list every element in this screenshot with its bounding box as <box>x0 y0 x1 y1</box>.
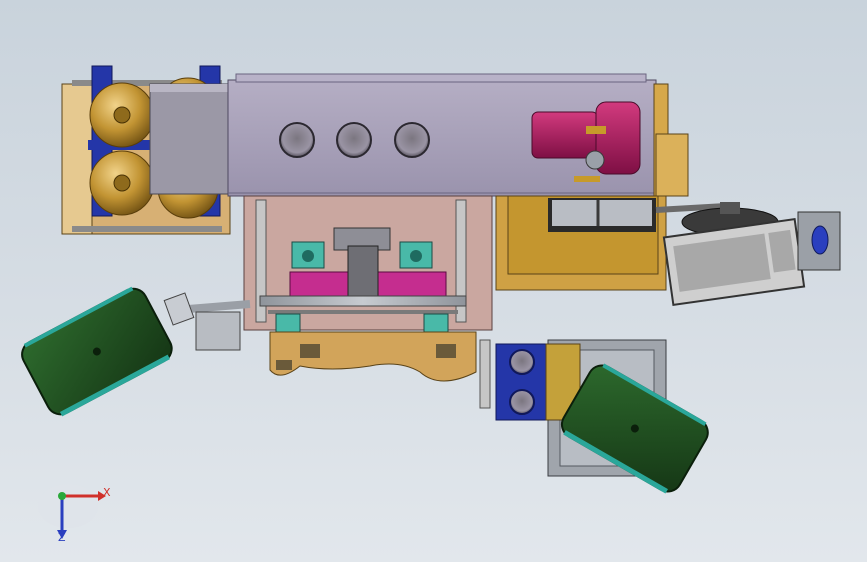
port-hole-3 <box>394 122 430 158</box>
gas-tank-2[interactable] <box>89 150 155 216</box>
cad-viewport[interactable]: X Z <box>0 0 867 562</box>
mouse-pad[interactable] <box>797 211 841 271</box>
assembly-drawing <box>17 65 841 494</box>
port-hole-2 <box>336 122 372 158</box>
fixture-right[interactable] <box>399 241 433 269</box>
tank-station[interactable] <box>61 65 231 235</box>
port-hole-1 <box>279 122 315 158</box>
main-frame[interactable] <box>227 73 657 197</box>
z-axis-label: Z <box>58 531 66 544</box>
central-stage[interactable] <box>243 195 493 333</box>
x-axis-label: X <box>103 486 111 499</box>
fixture-left[interactable] <box>291 241 325 269</box>
left-arm-assembly[interactable] <box>163 292 251 351</box>
left-green-case[interactable] <box>17 283 177 420</box>
bottom-base[interactable] <box>269 331 477 382</box>
keyboard[interactable] <box>662 218 806 306</box>
gas-tank-1[interactable] <box>89 82 155 148</box>
